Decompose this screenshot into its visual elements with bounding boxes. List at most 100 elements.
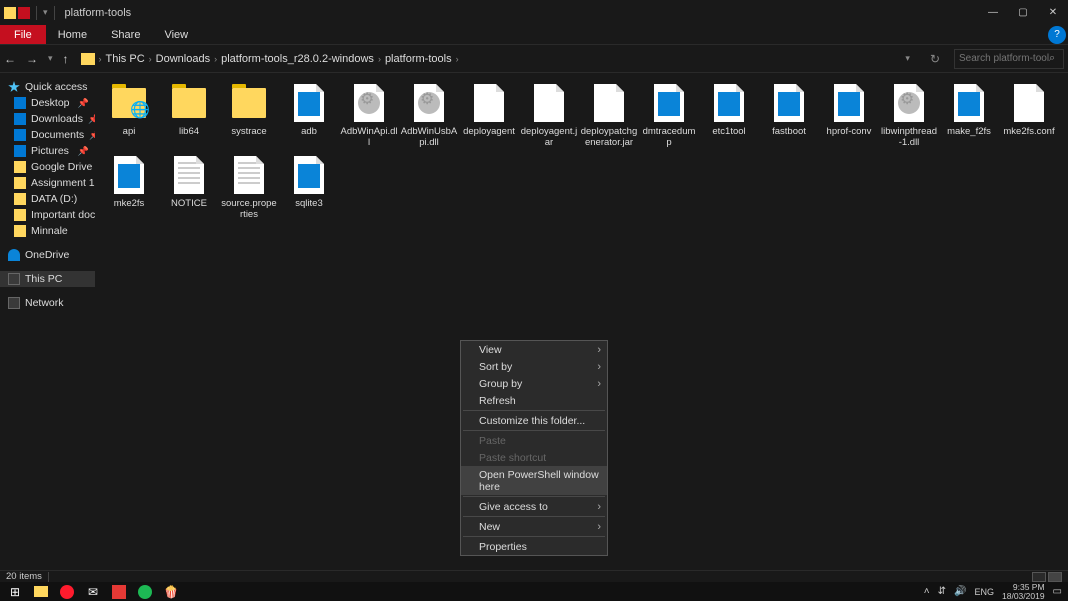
file-label: systrace	[231, 127, 266, 138]
file-thumbnail	[229, 153, 269, 197]
tray-language[interactable]: ENG	[974, 587, 994, 597]
desktop-icon	[14, 97, 26, 109]
onedrive-icon	[8, 249, 20, 261]
file-item[interactable]: NOTICE	[159, 151, 219, 223]
refresh-button[interactable]: ↻	[924, 52, 946, 66]
close-button[interactable]: ✕	[1038, 0, 1068, 25]
taskbar-app-spotify[interactable]	[132, 582, 158, 601]
back-button[interactable]: ←	[4, 52, 16, 66]
chevron-right-icon[interactable]: ›	[456, 54, 459, 64]
sidebar-item[interactable]: DATA (D:)	[0, 191, 95, 207]
menu-item[interactable]: Sort by	[461, 358, 607, 375]
tray-chevron-icon[interactable]: ˄	[924, 586, 930, 597]
breadcrumb-item[interactable]: platform-tools_r28.0.2-windows	[221, 53, 374, 65]
file-thumbnail	[589, 81, 629, 125]
minimize-button[interactable]: —	[978, 0, 1008, 25]
forward-button[interactable]: →	[26, 52, 38, 66]
search-box[interactable]: ⌕	[954, 49, 1064, 69]
file-item[interactable]: source.properties	[219, 151, 279, 223]
taskbar-app-mail[interactable]: ✉	[80, 582, 106, 601]
sidebar-network[interactable]: Network	[0, 295, 95, 311]
file-item[interactable]: sqlite3	[279, 151, 339, 223]
up-button[interactable]: ↑	[63, 52, 69, 66]
breadcrumb[interactable]: › This PC › Downloads › platform-tools_r…	[77, 53, 892, 65]
menu-item[interactable]: View	[461, 341, 607, 358]
pc-icon	[8, 273, 20, 285]
sidebar-item[interactable]: Downloads📌	[0, 111, 95, 127]
sidebar-item[interactable]: Desktop📌	[0, 95, 95, 111]
large-icons-view-button[interactable]	[1048, 572, 1062, 582]
tab-view[interactable]: View	[152, 25, 200, 44]
taskbar-app-popcorn[interactable]: 🍿	[158, 582, 184, 601]
menu-item[interactable]: Properties	[461, 538, 607, 555]
file-item[interactable]: mke2fs	[99, 151, 159, 223]
breadcrumb-item[interactable]: platform-tools	[385, 53, 452, 65]
tray-volume-icon[interactable]: 🔊	[954, 586, 966, 597]
file-item[interactable]: libwinpthread-1.dll	[879, 79, 939, 151]
taskbar-app-explorer[interactable]	[28, 582, 54, 601]
menu-item[interactable]: Give access to	[461, 498, 607, 515]
menu-separator	[463, 496, 605, 497]
details-view-button[interactable]	[1032, 572, 1046, 582]
chevron-right-icon[interactable]: ›	[378, 54, 381, 64]
menu-item[interactable]: Refresh	[461, 392, 607, 409]
tray-network-icon[interactable]: ⇵	[938, 586, 946, 597]
file-item[interactable]: adb	[279, 79, 339, 151]
chevron-right-icon[interactable]: ›	[214, 54, 217, 64]
sidebar-this-pc[interactable]: This PC	[0, 271, 95, 287]
file-item[interactable]: AdbWinApi.dll	[339, 79, 399, 151]
file-item[interactable]: dmtracedump	[639, 79, 699, 151]
chevron-right-icon[interactable]: ›	[99, 54, 102, 64]
menu-item[interactable]: Customize this folder...	[461, 412, 607, 429]
tab-home[interactable]: Home	[46, 25, 99, 44]
tray-clock[interactable]: 9:35 PM 18/03/2019	[1002, 583, 1045, 600]
sidebar-item[interactable]: Documents📌	[0, 127, 95, 143]
file-item[interactable]: fastboot	[759, 79, 819, 151]
sidebar-onedrive[interactable]: OneDrive	[0, 247, 95, 263]
sidebar-item[interactable]: Pictures📌	[0, 143, 95, 159]
sidebar-item-label: Downloads	[31, 113, 83, 125]
qat-icon[interactable]	[18, 7, 30, 19]
recent-locations-icon[interactable]: ▾	[48, 53, 53, 64]
search-input[interactable]	[959, 53, 1049, 64]
menu-item[interactable]: New	[461, 518, 607, 535]
file-item[interactable]: deploypatchgenerator.jar	[579, 79, 639, 151]
file-thumbnail	[289, 153, 329, 197]
file-item[interactable]: deployagent.jar	[519, 79, 579, 151]
breadcrumb-item[interactable]: Downloads	[156, 53, 210, 65]
sidebar-item[interactable]: Minnale	[0, 223, 95, 239]
taskbar: ⊞ ✉ 🍿 ˄ ⇵ 🔊 ENG 9:35 PM 18/03/2019 ▭	[0, 582, 1068, 601]
sidebar-item[interactable]: Google Drive📌	[0, 159, 95, 175]
menu-item: Paste	[461, 432, 607, 449]
menu-item[interactable]: Group by	[461, 375, 607, 392]
taskbar-app-opera[interactable]	[54, 582, 80, 601]
start-button[interactable]: ⊞	[2, 582, 28, 601]
tray-notifications-icon[interactable]: ▭	[1053, 586, 1062, 597]
qat-icon[interactable]	[4, 7, 16, 19]
help-button[interactable]: ?	[1048, 26, 1066, 44]
file-item[interactable]: mke2fs.conf	[999, 79, 1059, 151]
file-item[interactable]: lib64	[159, 79, 219, 151]
sidebar-quick-access[interactable]: Quick access	[0, 79, 95, 95]
breadcrumb-item[interactable]: This PC	[106, 53, 145, 65]
qat-dropdown-icon[interactable]: ▾	[43, 7, 48, 18]
tab-share[interactable]: Share	[99, 25, 152, 44]
file-item[interactable]: etc1tool	[699, 79, 759, 151]
file-item[interactable]: systrace	[219, 79, 279, 151]
sidebar-item[interactable]: Important documen	[0, 207, 95, 223]
file-tab[interactable]: File	[0, 25, 46, 44]
search-icon[interactable]: ⌕	[1049, 52, 1055, 65]
file-item[interactable]: hprof-conv	[819, 79, 879, 151]
taskbar-app-red[interactable]	[106, 582, 132, 601]
chevron-right-icon[interactable]: ›	[149, 54, 152, 64]
file-thumbnail	[229, 81, 269, 125]
file-item[interactable]: make_f2fs	[939, 79, 999, 151]
sidebar-item[interactable]: Assignment 1	[0, 175, 95, 191]
folder-icon	[14, 209, 26, 221]
file-item[interactable]: AdbWinUsbApi.dll	[399, 79, 459, 151]
address-dropdown-icon[interactable]: ▾	[899, 53, 916, 64]
file-item[interactable]: deployagent	[459, 79, 519, 151]
file-item[interactable]: api	[99, 79, 159, 151]
menu-item[interactable]: Open PowerShell window here	[461, 466, 607, 495]
maximize-button[interactable]: ▢	[1008, 0, 1038, 25]
